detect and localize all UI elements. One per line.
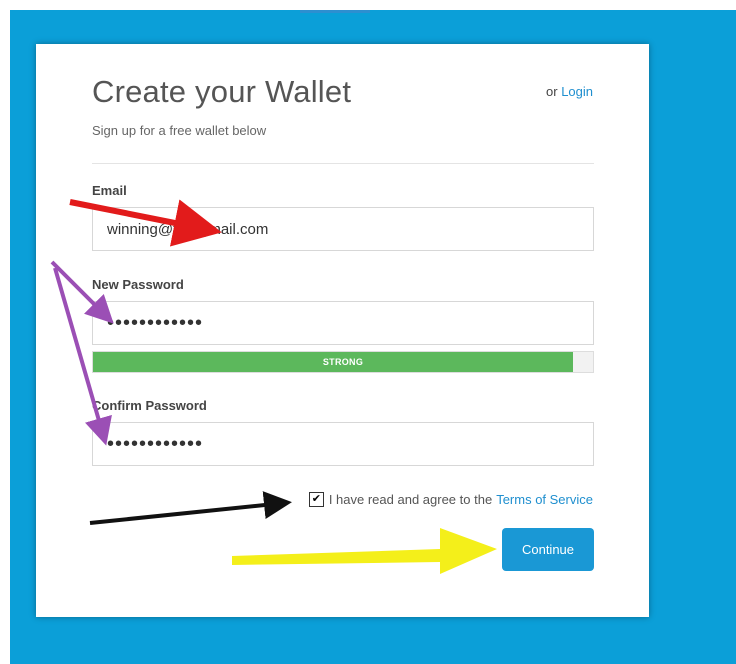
password-strength-label: STRONG (322, 357, 364, 367)
terms-of-service-link[interactable]: Terms of Service (496, 492, 593, 507)
new-password-field[interactable] (92, 301, 594, 345)
page-title: Create your Wallet (92, 74, 352, 109)
login-prefix: or (546, 84, 558, 99)
continue-button[interactable]: Continue (502, 528, 594, 571)
email-field[interactable] (92, 207, 594, 251)
terms-checkbox[interactable]: ✔ (308, 492, 324, 507)
login-prompt: or Login (546, 84, 593, 99)
login-link[interactable]: Login (561, 84, 593, 99)
subtitle: Sign up for a free wallet below (92, 123, 267, 138)
terms-row: ✔ I have read and agree to the Terms of … (308, 492, 593, 507)
divider (92, 163, 594, 164)
confirm-password-field[interactable] (92, 422, 594, 466)
password-strength-meter: STRONG (92, 351, 594, 373)
signup-card: Create your Wallet or Login Sign up for … (36, 44, 649, 617)
confirm-password-label: Confirm Password (92, 398, 207, 413)
checkmark-icon: ✔ (311, 493, 321, 505)
window-top-strip (300, 10, 370, 13)
email-label: Email (92, 183, 127, 198)
terms-text: I have read and agree to the (328, 492, 493, 507)
new-password-label: New Password (92, 277, 184, 292)
